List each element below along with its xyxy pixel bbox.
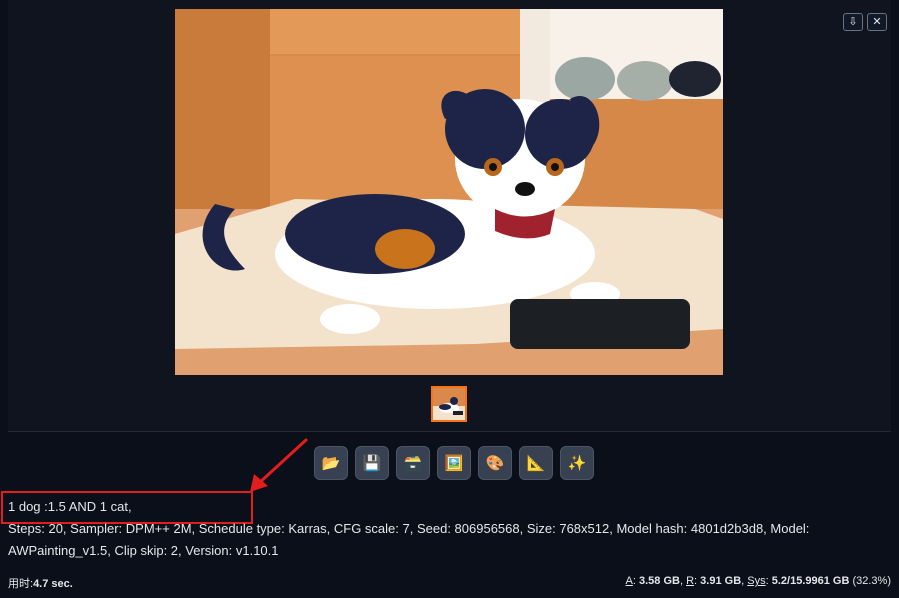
- image-action-toolbar: 📂 💾 🗃️ 🖼️ 🎨 📐 ✨: [314, 446, 594, 480]
- generated-image[interactable]: [175, 9, 723, 375]
- archive-icon: 🗃️: [403, 455, 423, 472]
- app-root: ⇩ ✕ 📂 💾 🗃️ 🖼️ 🎨 📐 ✨ 1 dog :1.5 AND 1 cat…: [0, 0, 899, 598]
- sys-percent: (32.3%): [852, 575, 891, 587]
- save-button[interactable]: 💾: [355, 446, 389, 480]
- r-value: 3.91 GB: [700, 575, 742, 587]
- save-icon: 💾: [362, 455, 382, 472]
- upscale-button[interactable]: ✨: [560, 446, 594, 480]
- sys-label: Sys: [747, 575, 766, 587]
- a-value: 3.58 GB: [639, 575, 680, 587]
- time-value: 4.7 sec.: [33, 578, 73, 590]
- folder-icon: 📂: [321, 455, 341, 472]
- send-to-extras-button[interactable]: 📐: [519, 446, 553, 480]
- sparkles-icon: ✨: [567, 455, 587, 472]
- picture-icon: 🖼️: [444, 455, 464, 472]
- send-to-img2img-button[interactable]: 🖼️: [437, 446, 471, 480]
- a-label: A: [625, 575, 633, 587]
- r-label: R: [686, 575, 695, 587]
- vram-usage: A: 3.58 GB, R: 3.91 GB, Sys: 5.2/15.9961…: [625, 575, 891, 587]
- red-arrow-annotation: [250, 438, 308, 492]
- palette-icon: 🎨: [485, 455, 505, 472]
- time-taken: 用时:4.7 sec.: [8, 575, 73, 591]
- download-button[interactable]: ⇩: [843, 13, 863, 31]
- prompt-text: 1 dog :1.5 AND 1 cat,: [8, 499, 132, 514]
- download-icon: ⇩: [848, 15, 858, 28]
- zip-button[interactable]: 🗃️: [396, 446, 430, 480]
- send-to-inpaint-button[interactable]: 🎨: [478, 446, 512, 480]
- triangle-ruler-icon: 📐: [526, 455, 546, 472]
- sys-value: 5.2/15.9961 GB: [771, 575, 850, 587]
- image-corner-buttons: ⇩ ✕: [843, 13, 887, 31]
- output-gallery: ⇩ ✕: [8, 0, 891, 432]
- generation-parameters: Steps: 20, Sampler: DPM++ 2M, Schedule t…: [8, 521, 810, 558]
- close-button[interactable]: ✕: [867, 13, 887, 31]
- time-label: 用时:: [8, 578, 34, 590]
- close-icon: ✕: [872, 15, 882, 28]
- gallery-thumbnail[interactable]: [431, 386, 467, 422]
